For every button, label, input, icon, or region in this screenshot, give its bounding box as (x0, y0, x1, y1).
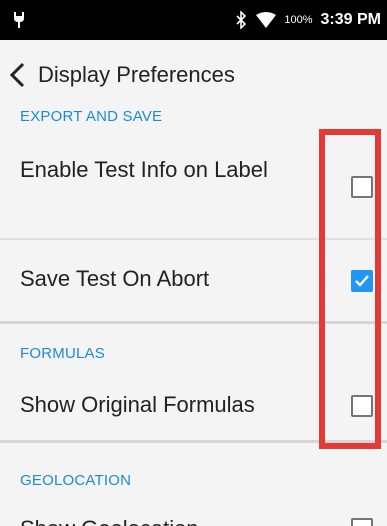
divider (0, 238, 387, 240)
section-divider (0, 440, 387, 443)
save-test-on-abort-checkbox[interactable] (351, 270, 373, 292)
chevron-left-icon[interactable] (8, 62, 28, 88)
wifi-icon (256, 12, 277, 28)
status-bar: 100% 3:39 PM (0, 0, 387, 40)
show-original-formulas-checkbox[interactable] (351, 395, 373, 417)
android-debug-icon (14, 12, 24, 28)
preferences-list[interactable]: EXPORT AND SAVE Enable Test Info on Labe… (0, 110, 387, 526)
screen: 100% 3:39 PM Display Preferences EXPORT … (0, 0, 387, 526)
show-original-formulas-label[interactable]: Show Original Formulas (20, 390, 320, 420)
status-right: 100% 3:39 PM (234, 0, 381, 40)
section-header-export-and-save: EXPORT AND SAVE (20, 110, 163, 125)
section-header-geolocation: GEOLOCATION (20, 472, 132, 489)
save-test-on-abort-label[interactable]: Save Test On Abort (20, 264, 320, 294)
page-title: Display Preferences (38, 62, 235, 87)
bluetooth-icon (236, 11, 247, 29)
enable-test-info-label[interactable]: Enable Test Info on Label (20, 155, 320, 185)
section-header-formulas: FORMULAS (20, 345, 105, 362)
enable-test-info-checkbox[interactable] (351, 176, 373, 198)
show-geolocation-checkbox[interactable] (351, 518, 373, 526)
clock: 3:39 PM (320, 11, 381, 28)
show-geolocation-label[interactable]: Show Geolocation (20, 514, 320, 526)
battery-level: 100% (284, 14, 313, 26)
app-bar: Display Preferences (0, 40, 387, 110)
section-divider (0, 321, 387, 324)
check-icon (355, 275, 369, 287)
